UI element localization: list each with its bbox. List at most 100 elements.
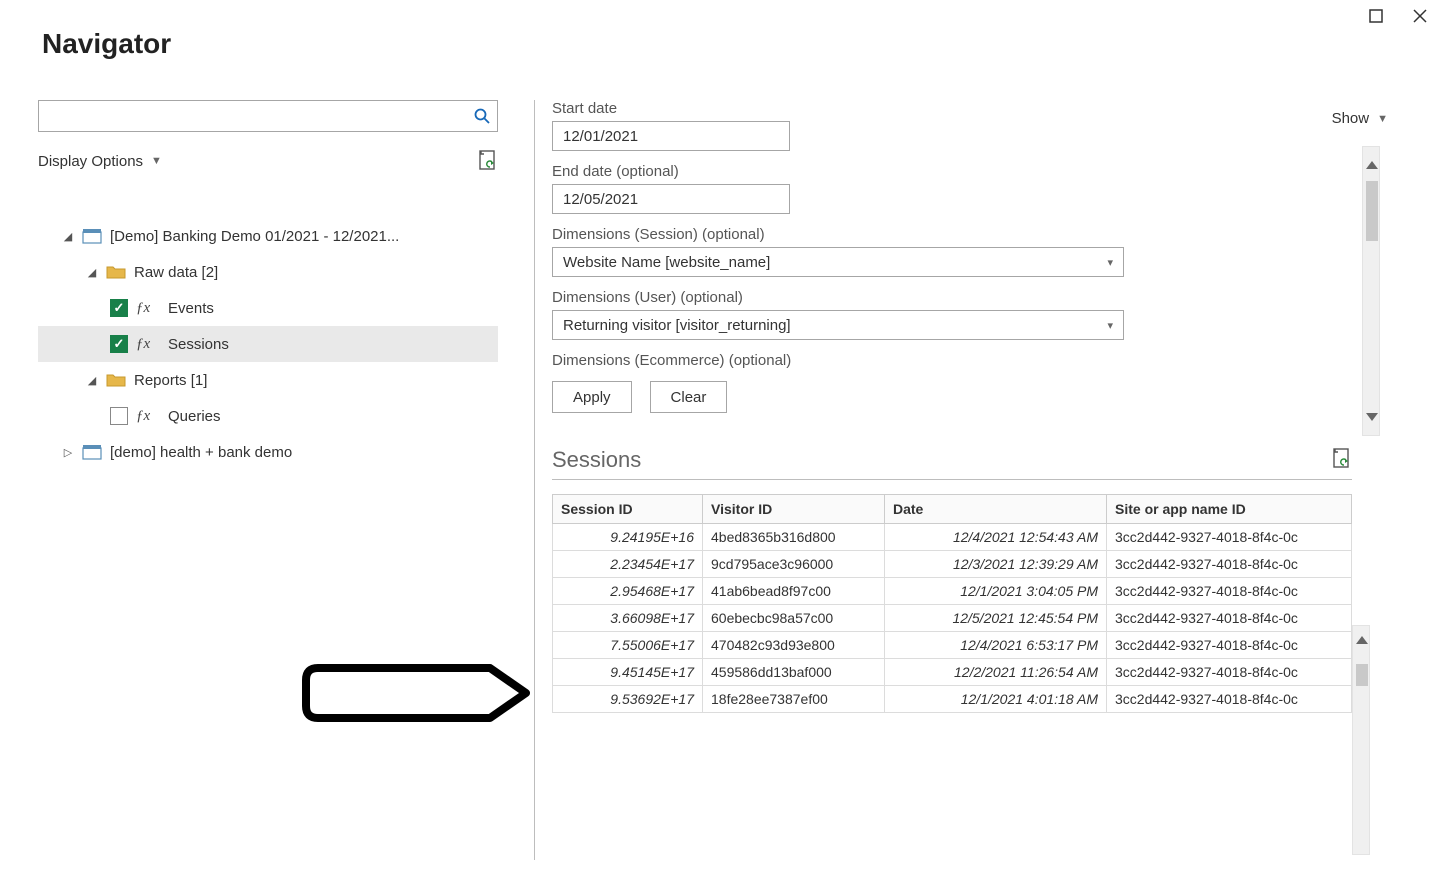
dim-user-value: Returning visitor [visitor_returning] [563, 317, 791, 334]
start-date-value: 12/01/2021 [563, 128, 638, 145]
tree-node-banking-demo[interactable]: ◢ [Demo] Banking Demo 01/2021 - 12/2021.… [38, 218, 498, 254]
clear-button[interactable]: Clear [650, 381, 728, 413]
tree-label: Queries [168, 408, 221, 425]
fx-icon: ƒx [136, 300, 160, 317]
tree-node-queries[interactable]: ƒx Queries [38, 398, 498, 434]
cell-session-id: 2.95468E+17 [553, 578, 703, 605]
table-row[interactable]: 2.95468E+1741ab6bead8f97c0012/1/2021 3:0… [553, 578, 1352, 605]
scrollbar-params[interactable] [1362, 146, 1380, 436]
cell-date: 12/4/2021 6:53:17 PM [885, 632, 1107, 659]
scrollbar-table[interactable] [1352, 625, 1370, 855]
window-close-icon[interactable] [1410, 6, 1430, 26]
col-session-id[interactable]: Session ID [553, 495, 703, 524]
page-title: Navigator [42, 28, 171, 60]
apply-button[interactable]: Apply [552, 381, 632, 413]
sessions-table: Session ID Visitor ID Date Site or app n… [552, 494, 1352, 713]
cell-session-id: 9.53692E+17 [553, 686, 703, 713]
tree-node-health-bank-demo[interactable]: ▷ [demo] health + bank demo [38, 434, 498, 470]
dim-user-select[interactable]: Returning visitor [visitor_returning] ▾ [552, 310, 1124, 340]
dim-session-label: Dimensions (Session) (optional) [552, 226, 1392, 243]
cell-site-id: 3cc2d442-9327-4018-8f4c-0c [1107, 578, 1352, 605]
tree-label: Raw data [2] [134, 264, 218, 281]
cell-visitor-id: 470482c93d93e800 [703, 632, 885, 659]
tree-node-sessions[interactable]: ✓ ƒx Sessions [38, 326, 498, 362]
cell-visitor-id: 459586dd13baf000 [703, 659, 885, 686]
end-date-label: End date (optional) [552, 163, 1392, 180]
cell-date: 12/1/2021 3:04:05 PM [885, 578, 1107, 605]
annotation-arrow-icon [300, 658, 530, 728]
search-icon[interactable] [473, 107, 491, 125]
display-options-label: Display Options [38, 153, 143, 170]
expand-icon[interactable]: ▷ [62, 446, 74, 459]
dim-session-select[interactable]: Website Name [website_name] ▾ [552, 247, 1124, 277]
cell-session-id: 9.24195E+16 [553, 524, 703, 551]
table-row[interactable]: 9.24195E+164bed8365b316d80012/4/2021 12:… [553, 524, 1352, 551]
tree-label: [Demo] Banking Demo 01/2021 - 12/2021... [110, 228, 399, 245]
cell-date: 12/2/2021 11:26:54 AM [885, 659, 1107, 686]
checkbox-checked-icon[interactable]: ✓ [110, 299, 128, 317]
dim-session-value: Website Name [website_name] [563, 254, 770, 271]
cell-site-id: 3cc2d442-9327-4018-8f4c-0c [1107, 659, 1352, 686]
cell-visitor-id: 9cd795ace3c96000 [703, 551, 885, 578]
start-date-label: Start date [552, 100, 1392, 117]
search-field[interactable] [38, 100, 498, 132]
collapse-icon[interactable]: ◢ [86, 266, 98, 279]
col-date[interactable]: Date [885, 495, 1107, 524]
tree-label: Reports [1] [134, 372, 207, 389]
table-row[interactable]: 7.55006E+17470482c93d93e80012/4/2021 6:5… [553, 632, 1352, 659]
cell-visitor-id: 4bed8365b316d800 [703, 524, 885, 551]
tree-label: Sessions [168, 336, 229, 353]
cell-date: 12/4/2021 12:54:43 AM [885, 524, 1107, 551]
tree-node-reports[interactable]: ◢ Reports [1] [38, 362, 498, 398]
search-input[interactable] [47, 108, 473, 124]
table-header-row: Session ID Visitor ID Date Site or app n… [553, 495, 1352, 524]
fx-icon: ƒx [136, 408, 160, 425]
display-options-dropdown[interactable]: Display Options ▼ [38, 153, 162, 170]
table-row[interactable]: 2.23454E+179cd795ace3c9600012/3/2021 12:… [553, 551, 1352, 578]
cell-session-id: 7.55006E+17 [553, 632, 703, 659]
folder-icon [106, 373, 126, 387]
end-date-value: 12/05/2021 [563, 191, 638, 208]
database-icon [82, 228, 102, 244]
col-site-id[interactable]: Site or app name ID [1107, 495, 1352, 524]
cell-visitor-id: 18fe28ee7387ef00 [703, 686, 885, 713]
caret-down-icon: ▾ [1107, 256, 1113, 269]
cell-date: 12/5/2021 12:45:54 PM [885, 605, 1107, 632]
folder-icon [106, 265, 126, 279]
collapse-icon[interactable]: ◢ [86, 374, 98, 387]
collapse-icon[interactable]: ◢ [62, 230, 74, 243]
tree-node-raw-data[interactable]: ◢ Raw data [2] [38, 254, 498, 290]
cell-site-id: 3cc2d442-9327-4018-8f4c-0c [1107, 632, 1352, 659]
cell-date: 12/3/2021 12:39:29 AM [885, 551, 1107, 578]
cell-session-id: 3.66098E+17 [553, 605, 703, 632]
split-divider[interactable] [534, 100, 535, 860]
caret-down-icon: ▾ [1107, 319, 1113, 332]
fx-icon: ƒx [136, 336, 160, 353]
caret-down-icon: ▼ [151, 155, 162, 167]
cell-visitor-id: 60ebecbc98a57c00 [703, 605, 885, 632]
tree-node-events[interactable]: ✓ ƒx Events [38, 290, 498, 326]
refresh-preview-icon[interactable] [478, 150, 498, 172]
cell-site-id: 3cc2d442-9327-4018-8f4c-0c [1107, 605, 1352, 632]
end-date-input[interactable]: 12/05/2021 [552, 184, 790, 214]
window-restore-icon[interactable] [1366, 6, 1386, 26]
tree-label: [demo] health + bank demo [110, 444, 292, 461]
dim-ecom-label: Dimensions (Ecommerce) (optional) [552, 352, 1392, 369]
table-row[interactable]: 9.53692E+1718fe28ee7387ef0012/1/2021 4:0… [553, 686, 1352, 713]
cell-session-id: 2.23454E+17 [553, 551, 703, 578]
table-row[interactable]: 3.66098E+1760ebecbc98a57c0012/5/2021 12:… [553, 605, 1352, 632]
database-icon [82, 444, 102, 460]
cell-visitor-id: 41ab6bead8f97c00 [703, 578, 885, 605]
checkbox-unchecked-icon[interactable] [110, 407, 128, 425]
cell-site-id: 3cc2d442-9327-4018-8f4c-0c [1107, 686, 1352, 713]
cell-session-id: 9.45145E+17 [553, 659, 703, 686]
cell-date: 12/1/2021 4:01:18 AM [885, 686, 1107, 713]
cell-site-id: 3cc2d442-9327-4018-8f4c-0c [1107, 524, 1352, 551]
refresh-preview-icon[interactable] [1332, 448, 1352, 473]
checkbox-checked-icon[interactable]: ✓ [110, 335, 128, 353]
tree-label: Events [168, 300, 214, 317]
table-row[interactable]: 9.45145E+17459586dd13baf00012/2/2021 11:… [553, 659, 1352, 686]
section-title: Sessions [552, 447, 641, 473]
start-date-input[interactable]: 12/01/2021 [552, 121, 790, 151]
col-visitor-id[interactable]: Visitor ID [703, 495, 885, 524]
